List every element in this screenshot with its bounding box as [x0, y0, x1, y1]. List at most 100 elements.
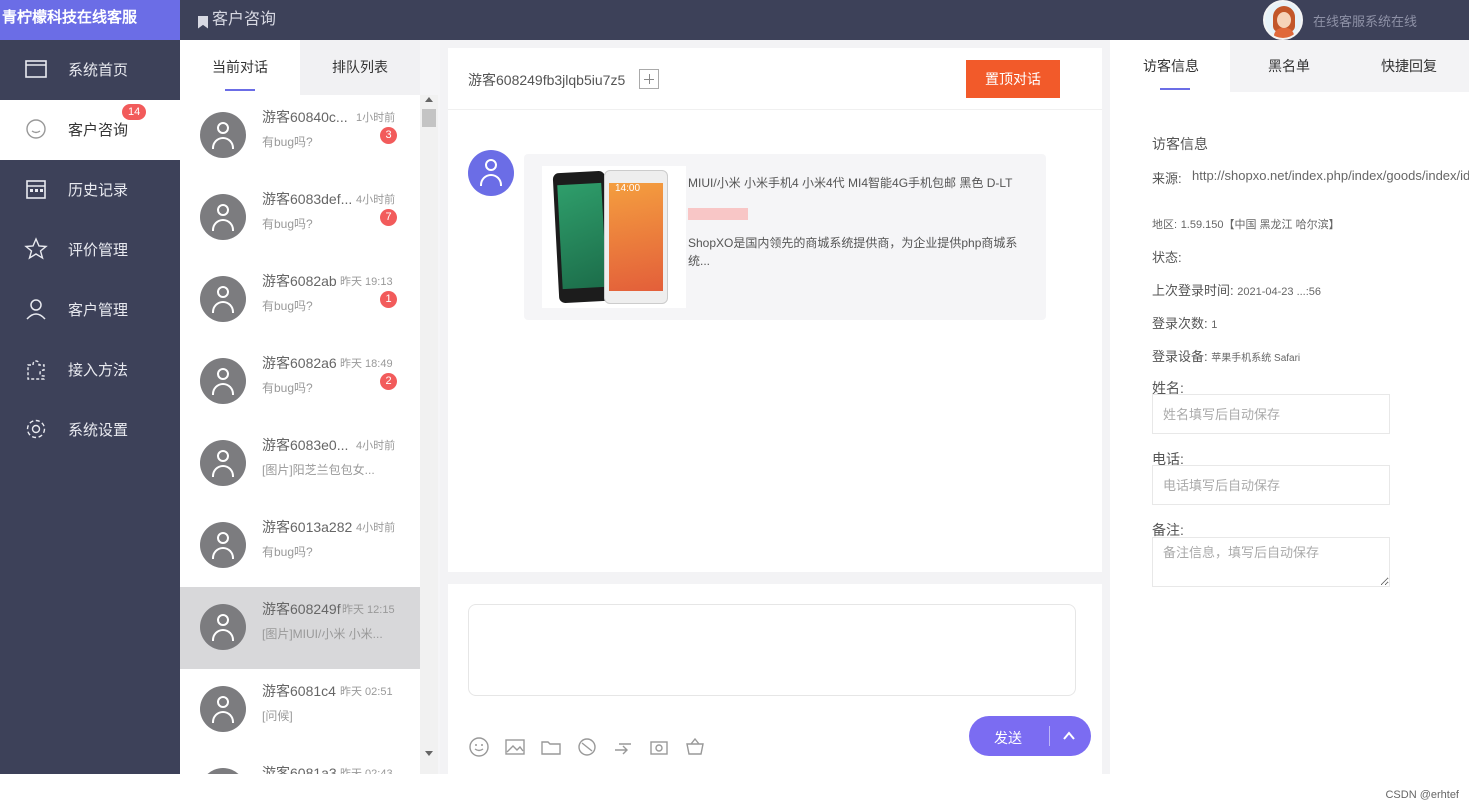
device-row: 登录设备: 苹果手机系统 Safari	[1152, 346, 1300, 365]
watermark: CSDN @erhtef	[1385, 789, 1459, 801]
send-button[interactable]: 发送	[969, 716, 1091, 756]
last-message: 有bug吗?	[262, 545, 313, 559]
conversation-item[interactable]: 游客6082a6 昨天 18:49 有bug吗? 2	[180, 341, 420, 423]
sidebar-item-label: 评价管理	[68, 242, 129, 259]
login-count-label: 登录次数:	[1152, 316, 1208, 331]
visitor-avatar	[200, 112, 246, 158]
conversation-time: 4小时前	[356, 522, 396, 534]
sidebar-item-reviews[interactable]: 评价管理	[0, 220, 180, 280]
last-login-row: 上次登录时间: 2021-04-23 ...:56	[1152, 280, 1321, 299]
send-button-label: 发送	[994, 730, 1022, 746]
bottom-strip	[0, 774, 1469, 809]
conversation-item[interactable]: 游客6083e0... 4小时前 [图片]阳芝兰包包女...	[180, 423, 420, 505]
conversation-item[interactable]: 游客60840c... 1小时前 有bug吗? 3	[180, 95, 420, 177]
chevron-up-icon[interactable]	[1062, 730, 1076, 742]
last-login-value: 2021-04-23 ...:56	[1237, 286, 1322, 298]
scroll-up-icon[interactable]	[425, 97, 433, 102]
login-count-value: 1	[1211, 319, 1218, 331]
last-message: [图片]阳芝兰包包女...	[262, 463, 375, 477]
conversation-item[interactable]: 游客6082ab 昨天 19:13 有bug吗? 1	[180, 259, 420, 341]
region-label: 地区:	[1152, 219, 1178, 231]
source-label: 来源:	[1152, 171, 1182, 186]
calendar-icon	[26, 180, 46, 199]
product-title: MIUI/小米 小米手机4 小米4代 MI4智能4G手机包邮 黑色 D-LT	[688, 176, 1013, 190]
unread-count: 2	[380, 373, 397, 390]
pin-conversation-button[interactable]: 置顶对话	[966, 60, 1060, 98]
visitor-avatar	[200, 686, 246, 732]
brand-title: 青柠檬科技在线客服	[0, 0, 180, 40]
bookmark-icon	[198, 15, 208, 29]
conversation-item-selected[interactable]: 游客608249f 昨天 12:15 [图片]MIUI/小米 小米...	[180, 587, 420, 669]
conversation-time: 昨天 02:43	[340, 768, 393, 774]
scroll-thumb[interactable]	[422, 109, 436, 127]
status-row: 状态:	[1152, 247, 1182, 266]
add-icon[interactable]	[639, 69, 659, 89]
conversation-time: 4小时前	[356, 194, 396, 206]
emoji-icon[interactable]	[468, 736, 490, 758]
conversation-scrollbar[interactable]	[420, 95, 438, 774]
note-field[interactable]	[1152, 537, 1390, 587]
visitor-name: 游客6083def...	[262, 191, 353, 207]
tab-visitor-info[interactable]: 访客信息	[1112, 40, 1230, 92]
conversation-time: 昨天 02:51	[340, 686, 393, 698]
message-input[interactable]	[468, 604, 1076, 696]
user-icon	[26, 299, 46, 320]
conversation-item[interactable]: 游客6013a282 4小时前 有bug吗?	[180, 505, 420, 587]
conversation-item[interactable]: 游客6081a3 昨天 02:43	[180, 751, 420, 774]
screenshot-icon[interactable]	[648, 736, 670, 758]
send-divider	[1049, 726, 1050, 746]
name-field[interactable]	[1152, 394, 1390, 434]
product-card-message[interactable]: 14:00 MIUI/小米 小米手机4 小米4代 MI4智能4G手机包邮 黑色 …	[524, 154, 1046, 320]
last-message: 有bug吗?	[262, 135, 313, 149]
transfer-icon[interactable]	[612, 736, 634, 758]
sidebar-item-consult[interactable]: 客户咨询 14	[0, 100, 180, 160]
window-icon	[25, 60, 47, 78]
puzzle-icon	[27, 360, 45, 380]
visitor-avatar	[200, 522, 246, 568]
conversation-item[interactable]: 游客6081c4 昨天 02:51 [问候]	[180, 669, 420, 751]
chat-panel: 游客608249fb3jlqb5iu7z5 置顶对话 14:00 MIUI/小米…	[448, 48, 1102, 572]
last-message: 有bug吗?	[262, 299, 313, 313]
unread-count: 1	[380, 291, 397, 308]
product-icon[interactable]	[684, 736, 706, 758]
tab-blacklist[interactable]: 黑名单	[1230, 40, 1348, 92]
app-frame: 青柠檬科技在线客服 客户咨询 在线客服系统在线 系统首页 客户咨询 14 历史记…	[0, 0, 1469, 809]
product-description: ShopXO是国内领先的商城系统提供商，为企业提供php商城系统...	[688, 236, 1018, 268]
visitor-avatar	[200, 276, 246, 322]
folder-icon[interactable]	[540, 736, 562, 758]
gear-icon	[26, 419, 46, 439]
chat-header: 游客608249fb3jlqb5iu7z5 置顶对话	[448, 48, 1102, 110]
image-icon[interactable]	[504, 736, 526, 758]
sidebar-item-label: 系统设置	[68, 422, 129, 439]
visitor-avatar	[200, 358, 246, 404]
visitor-avatar	[200, 440, 246, 486]
tab-quick-reply[interactable]: 快捷回复	[1350, 40, 1468, 92]
phone-field[interactable]	[1152, 465, 1390, 505]
login-count-row: 登录次数: 1	[1152, 313, 1217, 332]
sidebar-item-label: 系统首页	[68, 62, 129, 79]
last-message: [问候]	[262, 709, 293, 723]
sidebar: 系统首页 客户咨询 14 历史记录 评价管理 客户管理 接入方法 系统设置	[0, 40, 180, 774]
agent-profile[interactable]: 在线客服系统在线	[1262, 0, 1417, 40]
tab-current-conversations[interactable]: 当前对话	[180, 40, 300, 95]
conversation-item[interactable]: 游客6083def... 4小时前 有bug吗? 7	[180, 177, 420, 259]
sidebar-item-home[interactable]: 系统首页	[0, 40, 180, 100]
sidebar-item-customers[interactable]: 客户管理	[0, 280, 180, 340]
device-label: 登录设备:	[1152, 349, 1208, 364]
conversation-tabs: 当前对话 排队列表	[180, 40, 420, 95]
page-header-label: 客户咨询	[212, 11, 277, 28]
message-input-panel: 发送	[448, 584, 1102, 774]
tab-queue-list[interactable]: 排队列表	[300, 40, 420, 95]
rate-icon[interactable]	[576, 736, 598, 758]
sidebar-item-history[interactable]: 历史记录	[0, 160, 180, 220]
visitor-name: 游客6083e0...	[262, 437, 349, 453]
top-bar: 青柠檬科技在线客服 客户咨询 在线客服系统在线	[0, 0, 1469, 40]
sidebar-item-settings[interactable]: 系统设置	[0, 400, 180, 460]
scroll-down-icon[interactable]	[425, 751, 433, 756]
agent-avatar[interactable]	[1262, 0, 1303, 40]
conversation-time: 昨天 12:15	[342, 604, 395, 616]
visitor-name: 游客608249f	[262, 601, 341, 617]
sidebar-item-label: 历史记录	[68, 182, 129, 199]
source-value: http://shopxo.net/index.php/index/goods/…	[1192, 168, 1469, 183]
sidebar-item-integration[interactable]: 接入方法	[0, 340, 180, 400]
